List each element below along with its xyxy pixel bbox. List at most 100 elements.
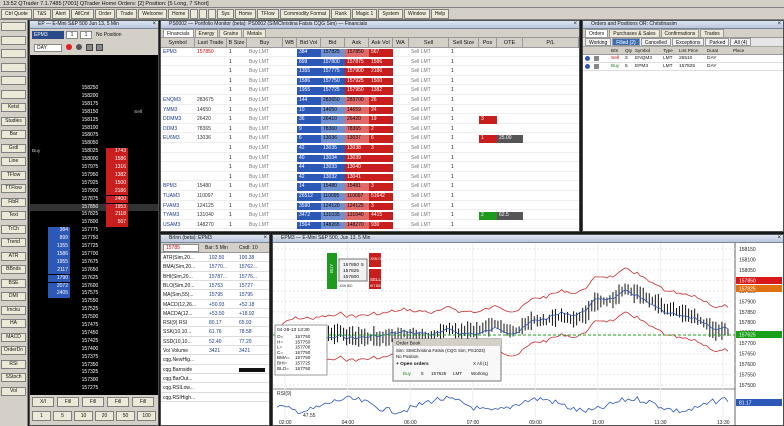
orders-subtab-1[interactable]: Filled (2) xyxy=(612,38,640,46)
ladder-row[interactable]: 158050 xyxy=(30,140,158,148)
portfolio-col-header[interactable]: Bid Vol xyxy=(297,38,321,48)
ladder-price[interactable]: 157775 xyxy=(76,227,104,235)
ladder-row[interactable]: 2072 157600 xyxy=(30,282,158,291)
ladder-row[interactable]: 384 157775 xyxy=(30,227,158,235)
ladder-price[interactable]: 157625 xyxy=(76,275,104,283)
ladder-ask-size[interactable]: 1382 xyxy=(106,171,128,180)
order-cancel-icon[interactable] xyxy=(594,64,599,69)
ladder-bid-size[interactable] xyxy=(48,117,70,125)
study-button-15[interactable]: TrCh xyxy=(1,224,26,234)
ladder-price[interactable]: 158125 xyxy=(76,117,104,125)
portfolio-cell[interactable]: Sell LMT xyxy=(409,116,449,124)
ladder-row[interactable]: 158025 1743 Buy xyxy=(30,148,158,156)
ladder-price[interactable]: 158050 xyxy=(76,140,104,148)
ladder-bid-size[interactable] xyxy=(48,156,70,164)
ladder-price[interactable]: 158100 xyxy=(76,125,104,133)
ladder-bid-size[interactable] xyxy=(48,93,70,101)
order-book-order-cell[interactable]: LMT xyxy=(453,371,462,376)
toolbar-button-17[interactable]: System xyxy=(378,9,404,19)
portfolio-col-header[interactable]: Sell xyxy=(409,38,449,48)
settings-square-icon[interactable] xyxy=(86,44,93,51)
ladder-row[interactable]: 1355 157725 xyxy=(30,243,158,251)
orders-tab-0[interactable]: Orders xyxy=(585,29,609,37)
portfolio-col-header[interactable]: WA xyxy=(393,38,409,48)
portfolio-col-header[interactable]: Sell Size xyxy=(449,38,479,48)
portfolio-tab-3[interactable]: Metals xyxy=(243,29,266,37)
toolbar-button-15[interactable]: Rank xyxy=(331,9,351,19)
ladder-ask-size[interactable]: 567 xyxy=(106,219,128,228)
ladder-ask-size[interactable] xyxy=(106,306,128,314)
study-button-1[interactable] xyxy=(1,35,26,45)
portfolio-cell[interactable]: Buy LMT xyxy=(247,164,283,172)
portfolio-row[interactable]: 1 Buy LMT 44 13033 13040 Sell LMT 1 xyxy=(161,164,579,172)
portfolio-cell[interactable]: Buy LMT xyxy=(247,49,283,57)
portfolio-cell[interactable]: Buy LMT xyxy=(247,78,283,86)
portfolio-cell[interactable]: Sell LMT xyxy=(409,212,449,220)
ladder-ask-size[interactable] xyxy=(106,346,128,354)
study-button-13[interactable]: FibR xyxy=(1,197,26,207)
portfolio-row[interactable]: 1 Buy LMT 42 13032 13041 Sell LMT 1 xyxy=(161,173,579,182)
ladder-price[interactable]: 157500 xyxy=(76,314,104,322)
study-button-9[interactable]: Grdl xyxy=(1,143,26,153)
dom-qty-button-0[interactable]: 1 xyxy=(32,411,51,421)
portfolio-cell[interactable]: Buy LMT xyxy=(247,193,283,201)
ladder-price[interactable]: 158000 xyxy=(76,156,104,164)
ladder-bid-size[interactable]: 2405 xyxy=(48,290,70,299)
ladder-row[interactable]: 158075 xyxy=(30,132,158,140)
portfolio-cell[interactable]: Sell LMT xyxy=(409,193,449,201)
close-icon[interactable]: × xyxy=(777,21,781,28)
ladder-bid-size[interactable] xyxy=(48,362,70,370)
portfolio-col-header[interactable]: P/L xyxy=(523,38,579,48)
ladder-ask-size[interactable] xyxy=(106,298,128,306)
study-button-3[interactable] xyxy=(1,62,26,72)
dom-fill-button-2[interactable]: Fill xyxy=(82,397,104,407)
portfolio-row[interactable]: 1 Buy LMT 899 157800 157875 1586 Sell LMT 1 xyxy=(161,58,579,67)
portfolio-cell[interactable]: Buy LMT xyxy=(247,116,283,124)
ladder-price[interactable]: 157550 xyxy=(76,298,104,306)
study-button-25[interactable]: RSI xyxy=(1,359,26,369)
toolbar-button-14[interactable]: Commodity Format xyxy=(279,9,331,19)
portfolio-cell[interactable]: Buy LMT xyxy=(247,126,283,134)
portfolio-row[interactable]: FVAM3 124125 1 Buy LMT 3590 124120 124125 3 Sell… xyxy=(161,202,579,211)
portfolio-cell[interactable]: Buy LMT xyxy=(247,155,283,163)
ladder-bid-size[interactable] xyxy=(48,385,70,393)
ladder-price[interactable]: 158175 xyxy=(76,101,104,109)
study-button-12[interactable]: TTFlow xyxy=(1,184,26,193)
ladder-bid-size[interactable]: 1955 xyxy=(48,258,70,267)
portfolio-cell[interactable]: Sell LMT xyxy=(409,107,449,115)
ladder-bid-size[interactable] xyxy=(48,125,70,133)
toolbar-button-8[interactable] xyxy=(190,9,199,19)
ladder-row[interactable]: 157275 xyxy=(30,385,158,393)
dom-qty-button-1[interactable]: 5 xyxy=(53,411,72,421)
ladder-price[interactable]: 158150 xyxy=(76,109,104,117)
study-button-6[interactable]: Ketsl xyxy=(1,103,26,112)
portfolio-cell[interactable]: Sell LMT xyxy=(409,135,449,143)
close-icon[interactable]: × xyxy=(573,21,577,28)
toolbar-button-6[interactable]: Welcome xyxy=(138,9,167,19)
ladder-price[interactable]: 157725 xyxy=(76,243,104,251)
portfolio-cell[interactable]: Sell LMT xyxy=(409,155,449,163)
ladder-ask-size[interactable] xyxy=(106,322,128,330)
ladder-bid-size[interactable]: 1355 xyxy=(48,243,70,251)
ladder-ask-size[interactable]: 1500 xyxy=(106,179,128,188)
portfolio-cell[interactable]: Buy LMT xyxy=(247,183,283,191)
order-book-order-cell[interactable]: 157625 xyxy=(431,371,447,376)
ladder-bid-size[interactable] xyxy=(48,140,70,148)
toolbar-button-18[interactable]: Window xyxy=(404,9,430,19)
ladder-price[interactable]: 157375 xyxy=(76,354,104,362)
study-button-26[interactable]: SStoch xyxy=(1,373,26,382)
study-button-4[interactable] xyxy=(1,76,26,85)
portfolio-col-header[interactable]: Ask Vol xyxy=(369,38,393,48)
ladder-row[interactable]: 157975 1316 xyxy=(30,164,158,172)
toolbar-button-16[interactable]: Magic 1 xyxy=(351,9,378,19)
orders-subtab-3[interactable]: Exceptions xyxy=(671,38,705,46)
ladder-price[interactable]: 157800 xyxy=(76,219,104,227)
ladder-row[interactable]: 157475 xyxy=(30,322,158,330)
ladder-ask-size[interactable] xyxy=(106,314,128,322)
ladder-ask-size[interactable] xyxy=(106,125,128,133)
portfolio-cell[interactable]: Sell LMT xyxy=(409,164,449,172)
ladder-row[interactable]: 157350 xyxy=(30,362,158,370)
ladder-price[interactable]: 157950 xyxy=(76,172,104,180)
ladder-bid-size[interactable] xyxy=(48,338,70,346)
orders-subtab-2[interactable]: Cancelled xyxy=(640,38,671,46)
